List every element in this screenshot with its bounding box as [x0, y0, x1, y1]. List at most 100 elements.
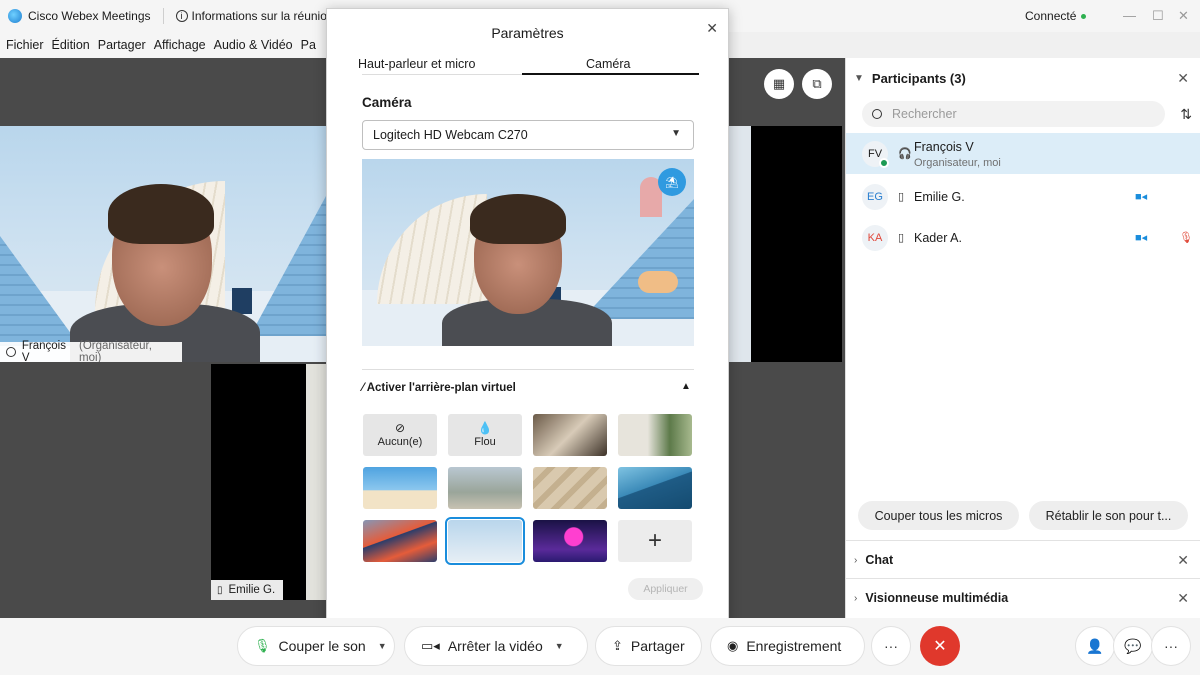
no-background-icon: ⊘ [394, 421, 406, 435]
vbg-label: Activer l'arrière-plan virtuel [366, 382, 516, 394]
mute-label: Couper le son [278, 638, 366, 654]
none-label: Aucun(e) [377, 436, 423, 448]
background-none-button[interactable]: ⊘ Aucun(e) [363, 414, 437, 456]
media-viewer-section-header[interactable]: › Visionneuse multimédia ✕ [846, 580, 1200, 616]
chevron-up-icon[interactable]: ▲ [681, 381, 691, 392]
phone-icon: ▯ [898, 191, 905, 203]
more-options-button[interactable]: ··· [871, 626, 911, 666]
avatar: EG [862, 183, 888, 210]
microphone-icon: 🎙 [254, 638, 271, 653]
participant-name: Emilie G. [914, 189, 965, 204]
chevron-right-icon: › [854, 592, 858, 604]
close-participants-button[interactable]: ✕ [1177, 70, 1189, 87]
background-thumb-room[interactable] [618, 414, 692, 456]
menu-bar: Fichier Édition Partager Affichage Audio… [0, 32, 330, 58]
camera-section-label: Caméra [362, 95, 412, 110]
participants-panel: ▼ Participants (3) ✕ Rechercher ⇅ FV 🎧 F… [845, 58, 1200, 618]
self-role: (Organisateur, moi) [79, 340, 152, 362]
stop-video-label: Arrêter la vidéo [447, 638, 543, 654]
camera-select[interactable]: Logitech HD Webcam C270 ▼ [362, 120, 694, 150]
self-name: François V [21, 340, 66, 362]
background-thumb-space[interactable] [533, 520, 607, 562]
menu-fichier[interactable]: Fichier [6, 38, 44, 52]
minimize-button[interactable]: — [1123, 8, 1136, 23]
more-panels-button[interactable]: ··· [1151, 626, 1191, 666]
background-thumb-stairs-selected[interactable] [445, 517, 525, 565]
menu-truncated[interactable]: Pa [301, 38, 316, 52]
dialog-title: Paramètres [491, 25, 564, 41]
phone-icon: ▯ [898, 232, 905, 244]
apply-button[interactable]: Appliquer [628, 578, 703, 600]
chevron-down-icon: ▼ [671, 128, 681, 139]
background-thumb-landscape[interactable] [448, 467, 522, 509]
background-blur-button[interactable]: 💧 Flou [448, 414, 522, 456]
chat-toggle-button[interactable]: 💬 [1113, 626, 1153, 666]
participants-header[interactable]: ▼ Participants (3) ✕ [846, 58, 1200, 98]
tab-camera[interactable]: Caméra [586, 57, 630, 71]
close-chat-button[interactable]: ✕ [1177, 552, 1189, 569]
record-icon: ◉ [727, 638, 739, 653]
add-background-button[interactable]: + [618, 520, 692, 562]
grid-view-button[interactable]: ▦ [764, 69, 794, 99]
participant-name: Kader A. [914, 230, 962, 245]
virtual-background-icon[interactable]: ⛱ [658, 168, 686, 196]
stop-video-button[interactable]: ▭◂ Arrêter la vidéo ▼ [404, 626, 588, 666]
info-icon[interactable]: i [175, 10, 188, 22]
presence-icon [879, 158, 889, 168]
layout-button[interactable]: ⧉ [802, 69, 832, 99]
background-thumb-interior[interactable] [533, 414, 607, 456]
participants-title: Participants (3) [871, 70, 966, 86]
layout-icon: ⧉ [812, 76, 822, 91]
menu-partager[interactable]: Partager [98, 38, 146, 52]
share-button[interactable]: ⇪ Partager [595, 626, 702, 666]
settings-dialog: Paramètres ✕ Haut-parleur et micro Camér… [326, 8, 729, 628]
connection-status: Connecté [1025, 9, 1077, 23]
headset-icon: 🎧 [898, 148, 912, 160]
chat-icon: 💬 [1124, 637, 1142, 654]
virtual-background [0, 126, 326, 362]
mute-button[interactable]: 🎙 Couper le son ▼ [237, 626, 395, 666]
chevron-down-icon: ▼ [854, 72, 864, 84]
mic-muted-icon: 🎙 [1179, 232, 1193, 244]
mute-all-button[interactable]: Couper tous les micros [858, 501, 1019, 530]
chat-section-header[interactable]: › Chat ✕ [846, 542, 1200, 578]
camera-preview: ⛱ [362, 159, 694, 346]
participant-search-input[interactable]: Rechercher [862, 101, 1165, 127]
background-thumb-abstract[interactable] [363, 520, 437, 562]
menu-edition[interactable]: Édition [52, 38, 90, 52]
background-thumb-shadows[interactable] [533, 467, 607, 509]
blur-label: Flou [474, 436, 496, 448]
participant-row-emilie[interactable]: EG ▯ Emilie G. ■◂ [846, 176, 1200, 217]
sort-icon[interactable]: ⇅ [1180, 106, 1192, 123]
record-button[interactable]: ◉ Enregistrement [710, 626, 865, 666]
divider [362, 369, 694, 370]
meeting-info-link[interactable]: Informations sur la réunion [192, 9, 334, 23]
close-dialog-button[interactable]: ✕ [706, 20, 718, 37]
self-name-tag: François V (Organisateur, moi) [0, 340, 182, 362]
self-video-tile[interactable]: François V (Organisateur, moi) [0, 126, 326, 362]
menu-affichage[interactable]: Affichage [154, 38, 206, 52]
menu-audio-video[interactable]: Audio & Vidéo [214, 38, 293, 52]
black-video-tile [751, 126, 842, 362]
virtual-background-toggle[interactable]: ⁄ Activer l'arrière-plan virtuel [362, 382, 516, 394]
close-window-button[interactable]: ✕ [1178, 8, 1189, 24]
connection-dot-icon [1081, 14, 1086, 19]
emilie-name: Emilie G. [228, 584, 276, 596]
participant-row-francois[interactable]: FV 🎧 François V Organisateur, moi [846, 133, 1200, 174]
background-thumb-beach[interactable] [363, 467, 437, 509]
emilie-video-tile[interactable]: ▯ Emilie G. [211, 364, 306, 600]
chevron-down-icon[interactable]: ▼ [555, 641, 564, 651]
camera-icon: ■◂ [1135, 191, 1148, 203]
maximize-button[interactable]: ☐ [1152, 8, 1164, 24]
participant-row-kader[interactable]: KA ▯ Kader A. ■◂ 🎙 [846, 217, 1200, 258]
participants-toggle-button[interactable]: 👤 [1075, 626, 1115, 666]
chevron-down-icon[interactable]: ▼ [378, 641, 387, 651]
phone-icon: ▯ [217, 584, 223, 596]
participants-icon: 👤 [1086, 637, 1104, 654]
close-media-viewer-button[interactable]: ✕ [1177, 590, 1189, 607]
background-thumb-mountains[interactable] [618, 467, 692, 509]
headset-icon [6, 347, 16, 357]
leave-meeting-button[interactable]: ✕ [920, 626, 960, 666]
unmute-all-button[interactable]: Rétablir le son pour t... [1029, 501, 1188, 530]
tab-audio[interactable]: Haut-parleur et micro [358, 57, 475, 71]
